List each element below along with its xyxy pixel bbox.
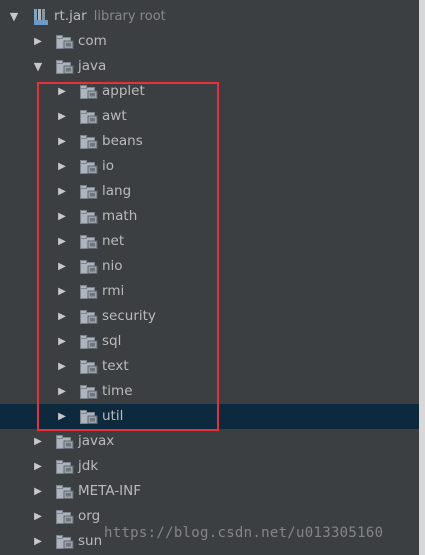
expand-down-icon[interactable]: ▼ [8,4,20,29]
tree-item-label: beans [102,133,143,149]
window-right-border [419,0,425,555]
expand-right-icon[interactable]: ▶ [56,179,68,204]
expand-right-icon[interactable]: ▶ [56,229,68,254]
tree-item-label: javax [78,433,115,449]
package-folder-icon [80,110,98,124]
tree-item-label: applet [102,83,145,99]
package-folder-icon [80,185,98,199]
tree-item-label: org [78,508,101,524]
package-folder-icon [56,510,74,524]
expand-right-icon[interactable]: ▶ [56,204,68,229]
expand-right-icon[interactable]: ▶ [56,104,68,129]
expand-right-icon[interactable]: ▶ [56,279,68,304]
package-folder-icon [80,360,98,374]
tree-item-time[interactable]: ▶ time [0,379,419,404]
package-folder-icon [80,385,98,399]
tree-item-label: text [102,358,129,374]
tree-item-text[interactable]: ▶ text [0,354,419,379]
tree-item-label: util [102,408,124,424]
tree-root-label: rt.jar library root [54,8,166,24]
expand-right-icon[interactable]: ▶ [32,479,44,504]
package-folder-icon [56,35,74,49]
tree-item-label: rmi [102,283,125,299]
expand-right-icon[interactable]: ▶ [56,129,68,154]
tree-item-sql[interactable]: ▶ sql [0,329,419,354]
tree-item-util[interactable]: ▶ util [0,404,419,429]
package-folder-icon [80,235,98,249]
tree-item-label: java [78,58,107,74]
package-folder-icon [80,85,98,99]
expand-right-icon[interactable]: ▶ [56,304,68,329]
tree-item-nio[interactable]: ▶ nio [0,254,419,279]
expand-right-icon[interactable]: ▶ [32,429,44,454]
tree-item-beans[interactable]: ▶ beans [0,129,419,154]
package-folder-icon [56,460,74,474]
tree-item-label: META-INF [78,483,142,499]
expand-right-icon[interactable]: ▶ [56,329,68,354]
expand-right-icon[interactable]: ▶ [56,354,68,379]
expand-down-icon[interactable]: ▼ [32,54,44,79]
package-folder-icon [80,135,98,149]
tree-item-label: lang [102,183,132,199]
tree-item-label: security [102,308,156,324]
tree-item-net[interactable]: ▶ net [0,229,419,254]
package-folder-icon [56,60,74,74]
package-folder-icon [80,285,98,299]
tree-item-jdk[interactable]: ▶ jdk [0,454,419,479]
tree-root-rtjar[interactable]: ▼ rt.jar library root [0,4,419,29]
tree-item-label: awt [102,108,127,124]
library-root-sublabel: library root [93,9,166,24]
tree-item-javax[interactable]: ▶ javax [0,429,419,454]
expand-right-icon[interactable]: ▶ [56,404,68,429]
package-folder-icon [80,160,98,174]
package-folder-icon [80,410,98,424]
tree-item-label: jdk [78,458,99,474]
tree-item-com[interactable]: ▶ com [0,29,419,54]
tree-item-label: sql [102,333,122,349]
expand-right-icon[interactable]: ▶ [32,529,44,554]
expand-right-icon[interactable]: ▶ [56,154,68,179]
expand-right-icon[interactable]: ▶ [56,79,68,104]
package-folder-icon [80,210,98,224]
tree-item-label: io [102,158,115,174]
tree-item-label: time [102,383,133,399]
expand-right-icon[interactable]: ▶ [32,29,44,54]
tree-item-io[interactable]: ▶ io [0,154,419,179]
tree-item-label: math [102,208,138,224]
tree-item-java[interactable]: ▼ java [0,54,419,79]
tree-item-lang[interactable]: ▶ lang [0,179,419,204]
watermark: https://blog.csdn.net/u013305160 [104,525,384,541]
expand-right-icon[interactable]: ▶ [32,504,44,529]
tree-item-awt[interactable]: ▶ awt [0,104,419,129]
package-folder-icon [56,535,74,549]
tree-item-label: net [102,233,125,249]
package-folder-icon [56,485,74,499]
tree-item-math[interactable]: ▶ math [0,204,419,229]
tree-item-rmi[interactable]: ▶ rmi [0,279,419,304]
tree-item-applet[interactable]: ▶ applet [0,79,419,104]
package-folder-icon [80,260,98,274]
tree-item-label: nio [102,258,123,274]
expand-right-icon[interactable]: ▶ [56,379,68,404]
expand-right-icon[interactable]: ▶ [56,254,68,279]
jar-icon [34,9,48,25]
tree-item-label: com [78,33,107,49]
tree-item-meta-inf[interactable]: ▶ META-INF [0,479,419,504]
tree-item-security[interactable]: ▶ security [0,304,419,329]
tree-item-label: sun [78,533,103,549]
project-tree: ▼ rt.jar library root ▶ com ▼ java ▶ appl… [0,4,419,554]
expand-right-icon[interactable]: ▶ [32,454,44,479]
package-folder-icon [80,310,98,324]
package-folder-icon [80,335,98,349]
package-folder-icon [56,435,74,449]
